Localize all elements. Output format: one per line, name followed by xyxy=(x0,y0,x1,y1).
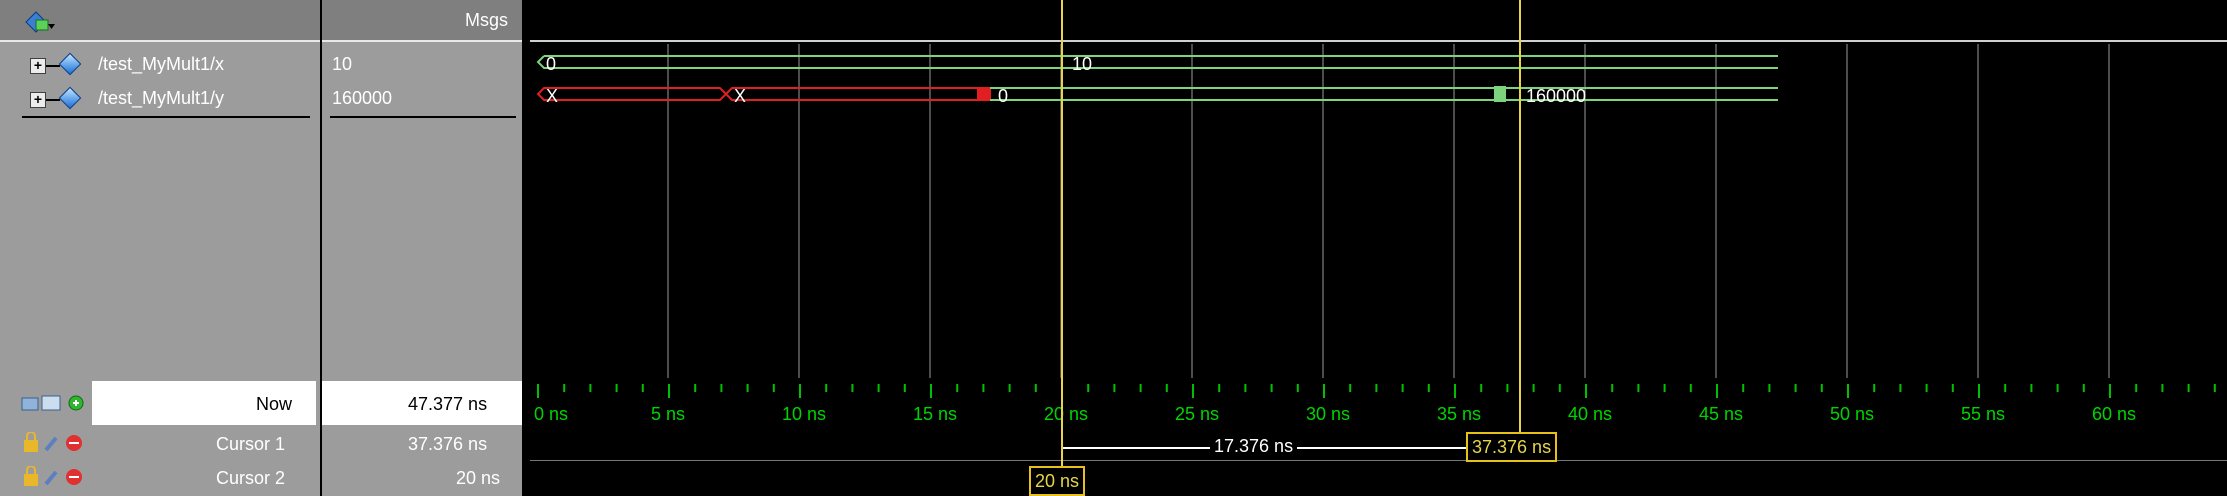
expand-icon[interactable]: + xyxy=(30,58,46,74)
wave-y xyxy=(536,86,1778,102)
wave-header xyxy=(530,0,2227,42)
cursor1-value: 37.376 ns xyxy=(408,434,488,454)
lock-icon[interactable] xyxy=(22,431,92,459)
cursor1-line[interactable] xyxy=(1519,0,1521,436)
tick-label: 15 ns xyxy=(913,404,958,424)
signal-row-y[interactable]: + /test_MyMult1/y xyxy=(0,84,320,114)
tick-label: 35 ns xyxy=(1437,404,1482,424)
cursor2-label: Cursor 2 xyxy=(216,468,286,488)
cursor2-box[interactable]: 20 ns xyxy=(1029,466,1086,496)
wave-window[interactable]: 0 10 X X 0 160000 xyxy=(530,42,2227,378)
now-label: Now xyxy=(256,394,293,414)
names-header xyxy=(0,0,320,42)
now-toolbar-icons[interactable] xyxy=(20,392,90,419)
tick-label: 30 ns xyxy=(1306,404,1351,424)
signal-row-x[interactable]: + /test_MyMult1/x xyxy=(0,50,320,80)
signal-value-y: 160000 xyxy=(332,88,393,108)
tick-label: 50 ns xyxy=(1830,404,1875,424)
wave-y-value-x1: X xyxy=(546,86,559,106)
values-header: Msgs xyxy=(322,0,522,42)
tick-label: 40 ns xyxy=(1568,404,1613,424)
cursor-area[interactable] xyxy=(530,426,2227,496)
wave-y-value-160000: 160000 xyxy=(1526,86,1587,106)
msgs-label: Msgs xyxy=(464,10,508,30)
tick-label: 55 ns xyxy=(1961,404,2006,424)
tick-label: 10 ns xyxy=(782,404,827,424)
tick-label: 0 ns xyxy=(534,404,569,424)
signal-name: /test_MyMult1/x xyxy=(98,54,225,74)
cursor2-line[interactable] xyxy=(1061,0,1063,468)
signal-icon xyxy=(58,52,82,76)
signal-name: /test_MyMult1/y xyxy=(98,88,225,108)
tick-label: 60 ns xyxy=(2092,404,2137,424)
insert-marker xyxy=(22,116,310,118)
wave-x xyxy=(536,55,1778,69)
signal-value-x: 10 xyxy=(332,54,353,74)
cursor1-label: Cursor 1 xyxy=(216,434,286,454)
wave-x-value-10: 10 xyxy=(1072,54,1093,74)
signal-icon xyxy=(58,86,82,110)
tick-label: 45 ns xyxy=(1699,404,1744,424)
lock-icon[interactable] xyxy=(22,465,92,493)
tick-label: 5 ns xyxy=(651,404,686,424)
cursor-delta-label: 17.376 ns xyxy=(1210,436,1298,457)
now-value: 47.377 ns xyxy=(408,394,488,414)
wave-toolbar-icon[interactable] xyxy=(22,8,56,34)
cursor2-value: 20 ns xyxy=(456,468,501,488)
expand-icon[interactable]: + xyxy=(30,92,46,108)
wave-x-value-0: 0 xyxy=(546,54,557,74)
tick-label: 25 ns xyxy=(1175,404,1220,424)
cursor1-box[interactable]: 37.376 ns xyxy=(1466,432,1558,462)
tick-label: 20 ns xyxy=(1044,404,1089,424)
wave-y-value-x2: X xyxy=(734,86,747,106)
wave-y-value-0: 0 xyxy=(998,86,1009,106)
